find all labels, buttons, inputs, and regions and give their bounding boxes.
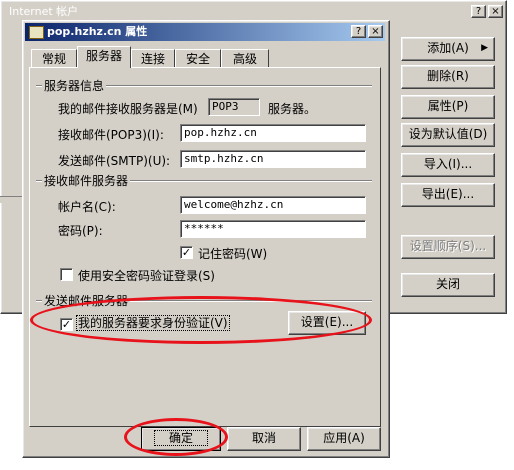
export-button[interactable]: 导出(E)...: [401, 183, 495, 207]
outgoing-heading: 发送邮件服务器: [42, 292, 131, 309]
tab-connection[interactable]: 连接: [131, 49, 175, 68]
password-input[interactable]: ******: [180, 220, 366, 238]
remember-password-checkbox[interactable]: ✓: [180, 246, 193, 259]
accounts-help-button[interactable]: ?: [471, 5, 486, 18]
envelope-icon: [29, 26, 44, 39]
server-tab-panel: 服务器信息 我的邮件接收服务器是(M) POP3 服务器。 接收邮件(POP3)…: [29, 67, 381, 427]
cancel-button[interactable]: 取消: [227, 427, 301, 451]
password-label: 密码(P):: [58, 224, 103, 238]
tab-server[interactable]: 服务器: [77, 46, 131, 68]
account-input[interactable]: welcome@hzhz.cn: [180, 196, 366, 214]
set-order-button[interactable]: 设置顺序(S)...: [401, 235, 495, 259]
properties-button[interactable]: 属性(P): [401, 95, 495, 119]
auth-label[interactable]: 我的服务器要求身份验证(V): [76, 315, 230, 331]
import-button[interactable]: 导入(I)...: [401, 153, 495, 177]
spa-checkbox[interactable]: [60, 268, 73, 281]
dialog-help-button[interactable]: ?: [351, 25, 366, 38]
accounts-close-button[interactable]: ×: [488, 5, 503, 18]
incoming-type-field: POP3: [208, 98, 260, 116]
auth-checkbox[interactable]: ✓: [60, 318, 73, 331]
pop3-input[interactable]: pop.hzhz.cn: [180, 124, 366, 142]
spa-label[interactable]: 使用安全密码验证登录(S): [78, 267, 215, 284]
apply-button[interactable]: 应用(A): [307, 427, 381, 451]
accounts-title: Internet 帐户: [9, 5, 79, 18]
settings-button[interactable]: 设置(E)...: [288, 311, 366, 335]
ok-button[interactable]: 确定: [141, 427, 221, 451]
server-info-heading: 服务器信息: [42, 77, 107, 94]
set-default-button[interactable]: 设为默认值(D): [401, 123, 495, 147]
tab-advanced[interactable]: 高级: [221, 49, 269, 68]
add-button[interactable]: 添加(A) ▶: [401, 37, 495, 61]
smtp-input[interactable]: smtp.hzhz.cn: [180, 150, 366, 168]
dialog-close-button[interactable]: ×: [368, 25, 383, 38]
arrow-right-icon: ▶: [481, 43, 488, 53]
dialog-title-bar: pop.hzhz.cn 属性: [25, 23, 385, 41]
ok-label: 确定: [153, 430, 209, 446]
tab-security[interactable]: 安全: [175, 49, 221, 68]
incoming-heading: 接收邮件服务器: [42, 172, 131, 189]
remove-button[interactable]: 删除(R): [401, 65, 495, 89]
account-label: 帐户名(C):: [58, 200, 116, 214]
smtp-label: 发送邮件(SMTP)(U):: [58, 154, 171, 168]
accounts-close-text-button[interactable]: 关闭: [401, 273, 495, 297]
properties-dialog: pop.hzhz.cn 属性 ? × 常规 服务器 连接 安全 高级 服务器信息…: [22, 20, 390, 458]
dialog-title: pop.hzhz.cn 属性: [47, 25, 148, 38]
tab-general[interactable]: 常规: [31, 49, 77, 68]
add-label: 添加(A): [427, 41, 469, 55]
incoming-type-suffix: 服务器。: [268, 102, 317, 116]
accounts-title-bar: Internet 帐户: [3, 3, 504, 21]
incoming-type-label: 我的邮件接收服务器是(M): [58, 102, 198, 116]
pop3-label: 接收邮件(POP3)(I):: [58, 128, 164, 142]
remember-password-label[interactable]: 记住密码(W): [198, 245, 267, 262]
